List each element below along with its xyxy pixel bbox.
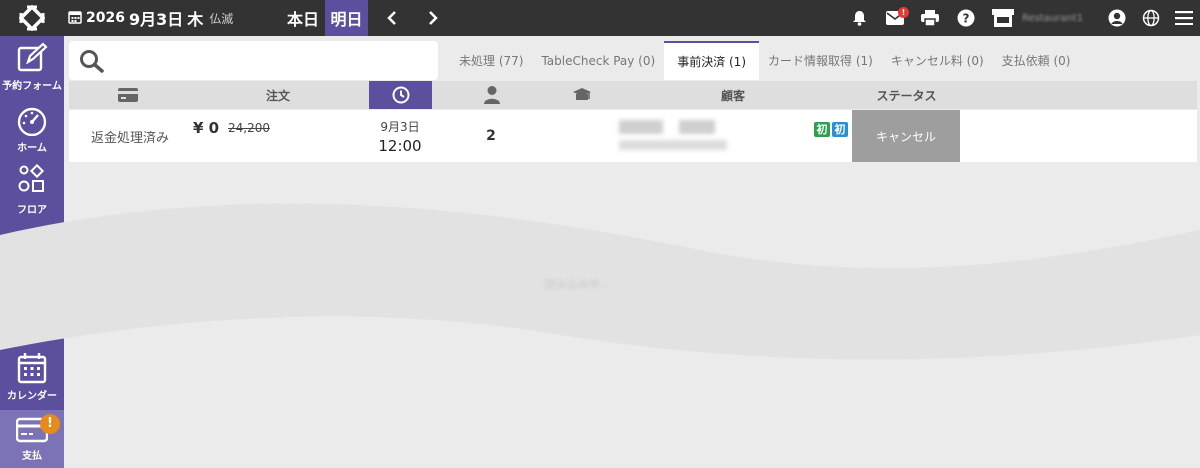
bell-icon [852, 11, 866, 26]
clock-icon [392, 86, 409, 104]
store-switch-button[interactable] [990, 0, 1016, 36]
user-circle-icon [1108, 9, 1126, 27]
background-wave [0, 203, 1200, 360]
tab-tablecheck-pay[interactable]: TableCheck Pay (0) [532, 41, 664, 80]
store-name[interactable]: Restaurant1 [1022, 0, 1083, 36]
question-circle-icon: ? [957, 9, 975, 27]
column-table[interactable] [552, 81, 612, 109]
loading-text: 読み込み中... [545, 278, 611, 291]
next-day-button[interactable] [418, 0, 448, 36]
app-logo[interactable] [0, 0, 64, 36]
calendar-small-icon [68, 9, 82, 28]
tablecheck-logo-icon [19, 5, 45, 31]
notifications-button[interactable] [848, 0, 870, 36]
first-visit-tag: 初 [814, 122, 830, 137]
printer-icon [921, 10, 939, 26]
tab-card-capture[interactable]: カード情報取得 (1) [759, 41, 882, 80]
tomorrow-button[interactable]: 明日 [325, 0, 368, 36]
table-row[interactable]: 返金処理済み ¥ 0 24,200 9月3日 12:00 2 初 初 キャンセル [69, 110, 1197, 162]
language-button[interactable] [1140, 0, 1162, 36]
amount-value: ¥ 0 [193, 119, 220, 137]
payment-status-text: 返金処理済み [91, 130, 170, 146]
print-button[interactable] [919, 0, 941, 36]
store-icon [992, 9, 1014, 27]
party-size-value: 2 [486, 128, 496, 144]
reservation-date: 9月3日 [380, 119, 420, 134]
svg-text:?: ? [963, 12, 970, 26]
tab-cancellation-fee[interactable]: キャンセル料 (0) [882, 41, 993, 80]
date-year: 2026 [86, 10, 125, 26]
date-display[interactable]: 2026 9月3日 木 仏滅 [68, 0, 233, 36]
globe-icon [1142, 9, 1160, 27]
column-status[interactable]: ステータス [854, 81, 959, 109]
person-icon [484, 86, 500, 104]
edit-icon [17, 42, 48, 72]
date-rokuyo: 仏滅 [209, 11, 234, 26]
reservation-datetime: 9月3日 12:00 [365, 110, 435, 162]
today-button[interactable]: 本日 [282, 0, 324, 36]
dashboard-icon [17, 107, 47, 136]
search-icon [79, 49, 105, 77]
column-customer[interactable]: 顧客 [612, 81, 854, 109]
sidebar-item-home[interactable]: ホーム [0, 106, 64, 154]
first-visit-tag-2: 初 [832, 122, 848, 137]
sidebar-label-home: ホーム [17, 143, 47, 154]
sidebar-label-reservation-form: 予約フォーム [2, 81, 62, 92]
help-button[interactable]: ? [955, 0, 977, 36]
payment-tabs: 未処理 (77) TableCheck Pay (0) 事前決済 (1) カード… [450, 41, 1080, 80]
tab-unprocessed[interactable]: 未処理 (77) [450, 41, 532, 80]
table-seat-icon [573, 88, 591, 100]
menu-button[interactable] [1172, 0, 1196, 36]
prev-day-button[interactable] [377, 0, 407, 36]
search-input[interactable] [113, 47, 423, 73]
status-badge[interactable]: キャンセル [852, 110, 960, 162]
original-amount-value: 24,200 [228, 121, 270, 135]
top-bar: 2026 9月3日 木 仏滅 本日 明日 ! ? Restaurant1 [0, 0, 1200, 36]
chevron-left-icon [387, 11, 396, 25]
date-month-day: 9月3日 [128, 10, 184, 29]
messages-button[interactable]: ! [882, 0, 909, 36]
credit-card-icon [118, 88, 138, 102]
chevron-right-icon [429, 11, 438, 25]
reservation-time: 12:00 [378, 136, 422, 155]
sidebar-item-reservation-form[interactable]: 予約フォーム [0, 42, 64, 92]
hamburger-menu-icon [1175, 11, 1193, 25]
mail-badge: ! [898, 7, 909, 18]
column-time[interactable] [369, 81, 432, 109]
column-party-size[interactable] [432, 81, 552, 109]
tab-payment-request[interactable]: 支払依頼 (0) [993, 41, 1080, 80]
tab-prepayment[interactable]: 事前決済 (1) [664, 41, 760, 80]
column-payment-method[interactable] [69, 81, 187, 109]
search-box[interactable] [69, 41, 438, 80]
account-button[interactable] [1106, 0, 1128, 36]
date-weekday: 木 [187, 10, 204, 29]
